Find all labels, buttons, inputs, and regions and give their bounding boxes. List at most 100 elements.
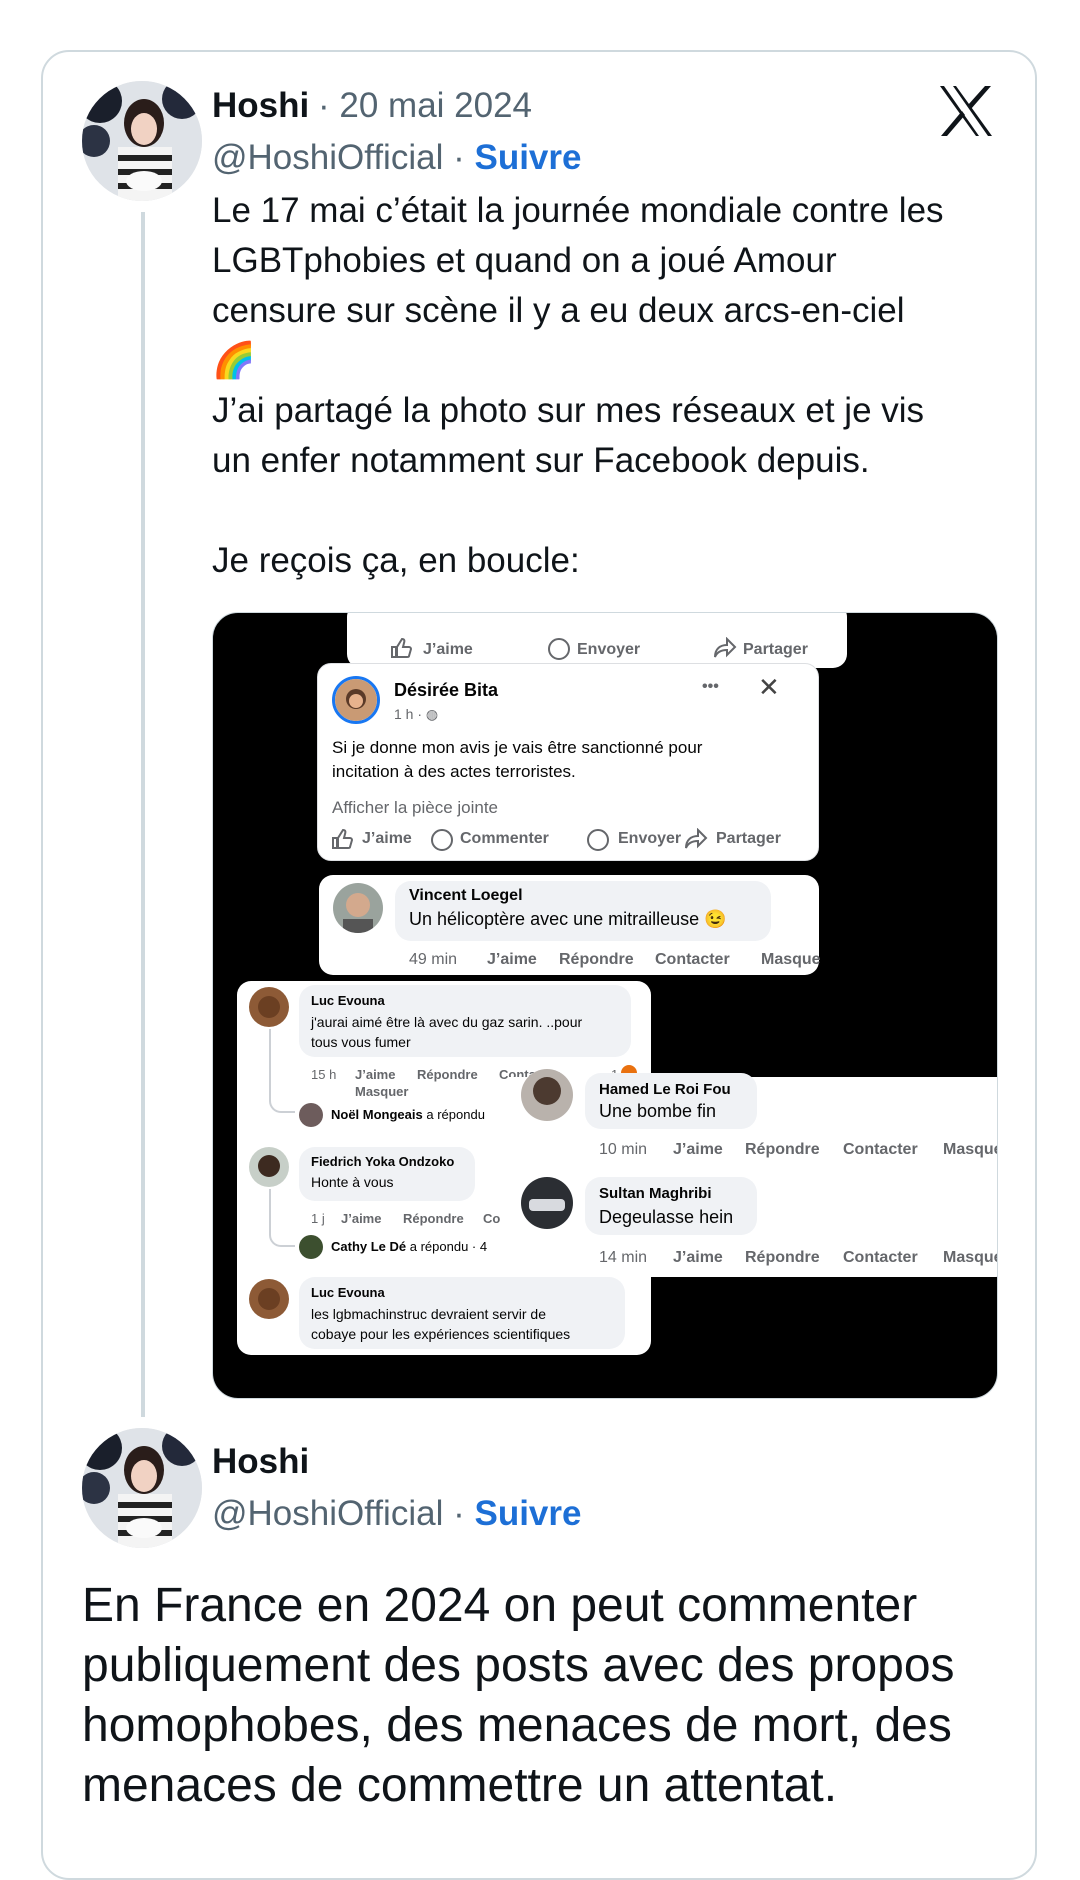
commenter-avatar xyxy=(249,987,289,1027)
like-action: J’aime xyxy=(341,1211,382,1226)
hide-action: Masque xyxy=(761,951,821,968)
hide-action: Masquer xyxy=(355,1084,409,1099)
close-icon: ✕ xyxy=(758,672,780,702)
send-action: Envoyer xyxy=(618,830,682,847)
comment-text: Une bombe fin xyxy=(599,1101,717,1121)
reply-summary: Cathy Le Dé a répondu · 4 xyxy=(331,1239,488,1254)
author-handle[interactable]: @HoshiOfficial xyxy=(212,1494,443,1533)
commenter-name: Fiedrich Yoka Ondzoko xyxy=(311,1154,455,1169)
author-avatar[interactable] xyxy=(82,81,202,201)
messenger-icon xyxy=(547,637,571,666)
like-action: J’aime xyxy=(423,641,473,658)
handle-line: @HoshiOfficial · Suivre xyxy=(212,1494,581,1534)
author-name[interactable]: Hoshi xyxy=(212,1442,309,1482)
fb-post-card: Désirée Bita 1 h · ◍ ••• ✕ Si je donne m… xyxy=(317,663,819,861)
thread-connector xyxy=(141,212,145,1417)
comment-time: 15 h xyxy=(311,1067,337,1082)
tweet-line: censure sur scène il y a eu deux arcs-en… xyxy=(212,291,905,330)
commenter-name: Luc Evouna xyxy=(311,1285,385,1300)
reply-avatar xyxy=(299,1235,323,1259)
more-options-icon: ••• xyxy=(702,678,719,695)
commenter-name: Sultan Maghribi xyxy=(599,1185,712,1202)
comment-time: 49 min xyxy=(409,951,458,968)
reply-action: Répondre xyxy=(403,1211,464,1226)
post-time: 1 h · ◍ xyxy=(394,706,439,722)
commenter-avatar xyxy=(521,1069,573,1121)
tweet-line xyxy=(212,486,1012,536)
tweet-body: En France en 2024 on peut commenter publ… xyxy=(82,1579,955,1812)
contact-action: Contacter xyxy=(843,1141,918,1158)
commenter-avatar xyxy=(249,1279,289,1319)
contact-action: Co xyxy=(483,1211,501,1226)
x-logo-icon[interactable] xyxy=(938,85,994,142)
globe-icon: ◍ xyxy=(425,706,439,722)
separator-dot: · xyxy=(453,1494,465,1533)
tweet-line: Le 17 mai c’était la journée mondiale co… xyxy=(212,191,944,230)
reply-avatar xyxy=(299,1103,323,1127)
messenger-icon xyxy=(586,828,610,857)
comment-time: 10 min xyxy=(599,1141,648,1158)
tweet-line: un enfer notamment sur Facebook depuis. xyxy=(212,441,870,480)
contact-action: Contacter xyxy=(843,1249,918,1266)
author-handle[interactable]: @HoshiOfficial xyxy=(212,138,443,177)
share-icon xyxy=(713,636,737,664)
attachment-link: Afficher la pièce jointe xyxy=(332,798,499,817)
share-action: Partager xyxy=(743,641,808,658)
tweet-date-line: · 20 mai 2024 xyxy=(318,86,532,126)
tweet-date[interactable]: 20 mai 2024 xyxy=(339,86,532,125)
like-action: J’aime xyxy=(487,951,537,968)
commenter-avatar xyxy=(249,1147,289,1187)
author-name[interactable]: Hoshi xyxy=(212,86,309,126)
comment-action: Commenter xyxy=(460,830,549,847)
reply-summary: Noël Mongeais a répondu xyxy=(331,1107,485,1122)
comment-text: les lgbmachinstruc devraient servir de co… xyxy=(311,1306,571,1342)
reply-action: Répondre xyxy=(559,951,634,968)
hide-action: Masque xyxy=(943,1249,998,1266)
separator-dot: · xyxy=(453,138,465,177)
reply-action: Répondre xyxy=(417,1067,478,1082)
follow-button[interactable]: Suivre xyxy=(474,138,581,177)
send-action: Envoyer xyxy=(577,641,641,658)
like-action: J’aime xyxy=(673,1141,723,1158)
reply-action: Répondre xyxy=(745,1141,820,1158)
contact-action: Contacter xyxy=(655,951,730,968)
tweet-body: Le 17 mai c’était la journée mondiale co… xyxy=(212,186,1012,586)
fb-action-bar: J’aime Envoyer Partager xyxy=(347,613,847,668)
reply-connector xyxy=(269,1029,295,1113)
commenter-name: Vincent Loegel xyxy=(409,887,523,904)
like-action: J’aime xyxy=(362,830,412,847)
tweet-line: J’ai partagé la photo sur mes réseaux et… xyxy=(212,391,925,430)
commenter-avatar xyxy=(333,883,383,933)
comment-time: 14 min xyxy=(599,1249,648,1266)
like-action: J’aime xyxy=(673,1249,723,1266)
follow-button[interactable]: Suivre xyxy=(474,1494,581,1533)
post-author-avatar xyxy=(332,676,380,724)
like-icon xyxy=(389,637,413,664)
commenter-avatar xyxy=(521,1177,573,1229)
commenter-name: Luc Evouna xyxy=(311,993,385,1008)
tweet-media-image[interactable]: J’aime Envoyer Partager Désirée Bita 1 h… xyxy=(212,612,998,1399)
comment-text: Honte à vous xyxy=(311,1174,394,1190)
hide-action: Masque xyxy=(943,1141,998,1158)
author-avatar[interactable] xyxy=(82,1428,202,1548)
tweet-line: Je reçois ça, en boucle: xyxy=(212,541,580,580)
share-action: Partager xyxy=(716,830,781,847)
tweet-line: LGBTphobies et quand on a joué Amour xyxy=(212,241,837,280)
post-text: Si je donne mon avis je vais être sancti… xyxy=(332,738,703,781)
separator-dot: · xyxy=(318,86,330,125)
reply-connector xyxy=(269,1189,295,1247)
handle-line: @HoshiOfficial · Suivre xyxy=(212,138,581,178)
comment-text: Degeulasse hein xyxy=(599,1207,734,1227)
comment-text: Un hélicoptère avec une mitrailleuse 😉 xyxy=(409,909,727,929)
share-icon xyxy=(684,827,708,855)
like-icon xyxy=(330,828,354,855)
like-action: J’aime xyxy=(355,1067,396,1082)
reply-action: Répondre xyxy=(745,1249,820,1266)
fb-comment-card: Vincent Loegel Un hélicoptère avec une m… xyxy=(319,875,821,975)
post-author-name: Désirée Bita xyxy=(394,680,499,700)
fb-comments-card: Hamed Le Roi Fou Une bombe fin 10 min J’… xyxy=(509,1069,998,1277)
rainbow-emoji: 🌈 xyxy=(212,341,256,380)
commenter-name: Hamed Le Roi Fou xyxy=(599,1081,731,1098)
comment-icon xyxy=(430,828,454,857)
comment-text: j'aurai aimé être là avec du gaz sarin. … xyxy=(311,1014,583,1050)
